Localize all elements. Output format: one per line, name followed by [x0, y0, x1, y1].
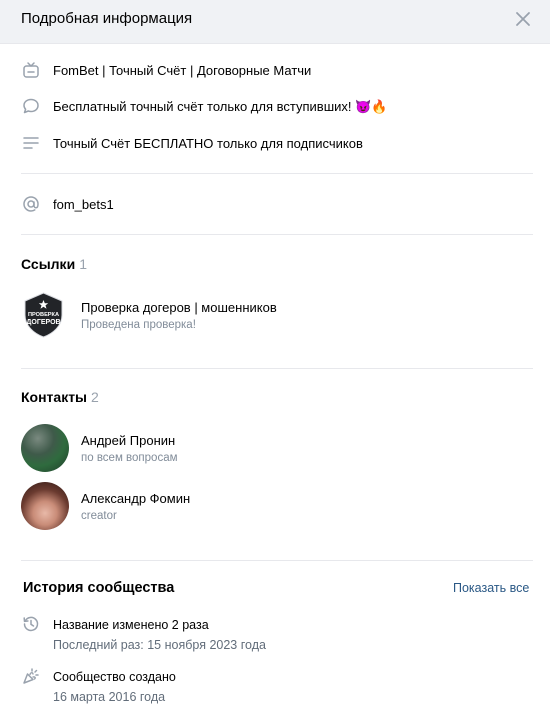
- divider: [21, 368, 533, 369]
- avatar[interactable]: [21, 482, 69, 530]
- avatar[interactable]: [21, 424, 69, 472]
- links-count: 1: [79, 256, 87, 272]
- divider: [21, 234, 533, 235]
- contacts-title: Контакты: [21, 389, 88, 405]
- close-button[interactable]: [512, 8, 534, 30]
- community-status: Бесплатный точный счёт только для вступи…: [53, 99, 388, 114]
- links-title: Ссылки: [21, 256, 76, 272]
- divider: [21, 560, 533, 561]
- history-subline: Последний раз: 15 ноября 2023 года: [53, 638, 266, 652]
- text-lines-icon: [23, 137, 39, 149]
- community-handle[interactable]: fom_bets1: [53, 197, 114, 212]
- contacts-count: 2: [91, 389, 99, 405]
- show-all-link[interactable]: Показать все: [453, 581, 529, 595]
- links-section-title: Ссылки 1: [21, 256, 87, 272]
- community-icon: [23, 62, 39, 78]
- at-sign-icon: [23, 196, 39, 212]
- link-subtitle: Проведена проверка!: [81, 319, 196, 331]
- badge-text-line2: ДОГЕРОВ: [26, 319, 60, 326]
- badge-text-line1: ПРОВЕРКА: [28, 312, 59, 318]
- modal-header: Подробная информация: [0, 0, 550, 44]
- message-bubble-icon: [23, 98, 39, 114]
- modal-title: Подробная информация: [21, 10, 193, 27]
- community-name: FomBet | Точный Счёт | Договорные Матчи: [53, 63, 312, 78]
- contacts-section-title: Контакты 2: [21, 389, 99, 405]
- history-line: Название изменено 2 раза: [53, 618, 209, 632]
- history-line: Сообщество создано: [53, 670, 176, 684]
- link-badge-icon[interactable]: ПРОВЕРКА ДОГЕРОВ: [21, 292, 66, 338]
- close-icon[interactable]: [512, 8, 534, 30]
- link-title[interactable]: Проверка догеров | мошенников: [81, 300, 277, 315]
- community-description: Точный Счёт БЕСПЛАТНО только для подписч…: [53, 136, 363, 151]
- contact-role: creator: [81, 510, 117, 522]
- history-icon: [23, 616, 39, 632]
- history-subline: 16 марта 2016 года: [53, 690, 166, 704]
- party-popper-icon: [23, 668, 39, 684]
- contact-name[interactable]: Александр Фомин: [81, 491, 190, 506]
- contact-role: по всем вопросам: [81, 452, 178, 464]
- history-section-title: История сообщества: [23, 580, 175, 596]
- contact-name[interactable]: Андрей Пронин: [81, 433, 175, 448]
- divider: [21, 173, 533, 174]
